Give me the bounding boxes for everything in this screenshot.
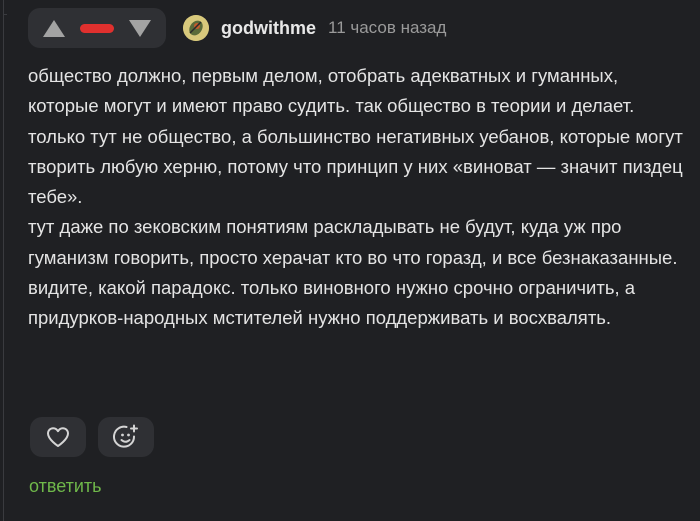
triangle-down-icon [129,19,151,37]
heart-icon [47,427,69,447]
like-button[interactable] [30,417,86,457]
comment-paragraph: общество должно, первым делом, отобрать … [28,65,683,208]
avatar-image [183,15,209,41]
vote-panel [28,8,166,48]
thread-tick [3,14,7,15]
author-block: godwithme 11 часов назад [183,15,446,41]
comment-paragraph: тут даже по зековским понятиям раскладыв… [28,216,678,329]
triangle-up-icon [43,19,65,37]
add-emoji-icon [113,424,138,448]
add-reaction-button[interactable] [98,417,154,457]
downvote-button[interactable] [127,17,153,39]
upvote-button[interactable] [41,17,67,39]
comment-actions [30,417,166,457]
reply-link[interactable]: ответить [29,476,102,497]
comment-body: общество должно, первым делом, отобрать … [28,61,693,334]
negative-rating-bar [80,23,114,33]
avatar[interactable] [183,15,209,41]
comment-header: godwithme 11 часов назад [28,8,446,48]
comment-timestamp: 11 часов назад [328,18,447,37]
author-username[interactable]: godwithme [221,18,316,39]
thread-line [3,0,4,521]
